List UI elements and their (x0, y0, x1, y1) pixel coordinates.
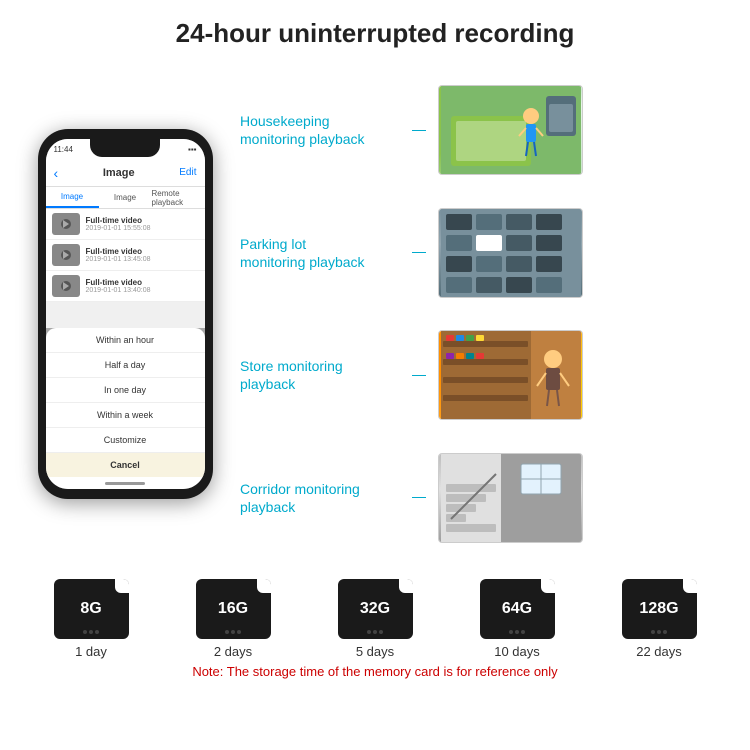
parking-label: Parking lotmonitoring playback (240, 235, 400, 271)
video-thumb-3 (52, 275, 80, 297)
video-list: Full-time video 2019-01-01 15:55:08 Full… (46, 209, 205, 302)
parking-photo-inner (439, 209, 582, 297)
store-arrow (582, 369, 583, 381)
monitoring-item-housekeeping: Housekeepingmonitoring playback (240, 85, 730, 175)
sd-label-8g: 8G (80, 600, 101, 618)
card-days-128g: 22 days (636, 644, 682, 659)
connector-line-1 (412, 130, 426, 131)
phone-status-icons: ▪▪▪ (188, 145, 197, 154)
sd-dots-128g (651, 630, 667, 634)
sd-card-128g: 128G (622, 579, 697, 639)
dropdown-cancel-button[interactable]: Cancel (46, 453, 205, 477)
phone-time: 11:44 (54, 145, 73, 154)
dropdown-overlay: Within an hour Half a day In one day Wit… (46, 328, 205, 489)
corridor-label: Corridor monitoringplayback (240, 480, 400, 516)
dropdown-item-1[interactable]: Within an hour (46, 328, 205, 353)
video-item-3[interactable]: Full-time video 2019-01-01 13:40:08 (46, 271, 205, 302)
dropdown-item-3[interactable]: In one day (46, 378, 205, 403)
dropdown-item-5[interactable]: Customize (46, 428, 205, 453)
monitoring-item-parking: Parking lotmonitoring playback (240, 208, 730, 298)
video-name-2: Full-time video (86, 247, 151, 256)
sd-notch-32g (399, 579, 413, 593)
sd-notch-64g (541, 579, 555, 593)
phone-tabs: Image Image Remote playback (46, 187, 205, 209)
corridor-photo-inner (439, 454, 582, 542)
video-item-1[interactable]: Full-time video 2019-01-01 15:55:08 (46, 209, 205, 240)
memory-card-8g: 8G 1 day (54, 579, 129, 659)
phone-outer: 11:44 ▪▪▪ ‹ Image Edit Image Image Remot… (38, 129, 213, 499)
video-item-2[interactable]: Full-time video 2019-01-01 13:45:08 (46, 240, 205, 271)
video-date-2: 2019-01-01 13:45:08 (86, 256, 151, 263)
sd-dots-16g (225, 630, 241, 634)
card-days-64g: 10 days (494, 644, 540, 659)
video-thumb-1 (52, 213, 80, 235)
edit-button[interactable]: Edit (179, 167, 196, 178)
page-header: 24-hour uninterrupted recording (0, 0, 750, 59)
dropdown-item-4[interactable]: Within a week (46, 403, 205, 428)
sd-label-64g: 64G (502, 600, 532, 618)
phone-mockup: 11:44 ▪▪▪ ‹ Image Edit Image Image Remot… (20, 59, 230, 569)
parking-photo (438, 208, 583, 298)
memory-card-64g: 64G 10 days (480, 579, 555, 659)
back-arrow-icon[interactable]: ‹ (54, 165, 59, 181)
housekeeping-photo (438, 85, 583, 175)
sd-notch-128g (683, 579, 697, 593)
phone-nav-title: Image (103, 167, 135, 179)
monitoring-item-store: Store monitoringplayback (240, 330, 730, 420)
memory-card-32g: 32G 5 days (338, 579, 413, 659)
dropdown-menu: Within an hour Half a day In one day Wit… (46, 328, 205, 477)
sd-dots-32g (367, 630, 383, 634)
housekeeping-arrow (582, 124, 583, 136)
corridor-photo (438, 453, 583, 543)
sd-notch-16g (257, 579, 271, 593)
store-photo (438, 330, 583, 420)
housekeeping-photo-inner (439, 86, 582, 174)
monitoring-item-corridor: Corridor monitoringplayback (240, 453, 730, 543)
tab-image[interactable]: Image (46, 187, 99, 208)
sd-dots-8g (83, 630, 99, 634)
page-title: 24-hour uninterrupted recording (0, 18, 750, 49)
tab-remote-playback[interactable]: Remote playback (152, 187, 205, 208)
card-days-8g: 1 day (75, 644, 107, 659)
connector-line-2 (412, 252, 426, 253)
sd-label-128g: 128G (639, 600, 678, 618)
video-date-3: 2019-01-01 13:40:08 (86, 287, 151, 294)
card-days-32g: 5 days (356, 644, 394, 659)
connector-line-4 (412, 497, 426, 498)
phone-home-bar (46, 477, 205, 489)
phone-nav-bar: ‹ Image Edit (46, 159, 205, 187)
sd-label-16g: 16G (218, 600, 248, 618)
store-label: Store monitoringplayback (240, 357, 400, 393)
connector-line-3 (412, 375, 426, 376)
bottom-section: 8G 1 day 16G 2 days 32G (0, 569, 750, 684)
tab-image2[interactable]: Image (99, 187, 152, 208)
phone-screen: 11:44 ▪▪▪ ‹ Image Edit Image Image Remot… (46, 139, 205, 489)
note-text: Note: The storage time of the memory car… (20, 664, 730, 679)
home-bar-line (105, 482, 145, 485)
sd-label-32g: 32G (360, 600, 390, 618)
video-thumb-2 (52, 244, 80, 266)
right-section: Housekeepingmonitoring playback (240, 59, 730, 569)
sd-card-8g: 8G (54, 579, 129, 639)
video-name-1: Full-time video (86, 216, 151, 225)
card-days-16g: 2 days (214, 644, 252, 659)
main-content: 11:44 ▪▪▪ ‹ Image Edit Image Image Remot… (0, 59, 750, 569)
store-photo-inner (439, 331, 582, 419)
phone-notch (90, 139, 160, 157)
parking-arrow (582, 247, 583, 259)
housekeeping-label: Housekeepingmonitoring playback (240, 112, 400, 148)
sd-notch-8g (115, 579, 129, 593)
sd-dots-64g (509, 630, 525, 634)
sd-card-32g: 32G (338, 579, 413, 639)
dropdown-item-2[interactable]: Half a day (46, 353, 205, 378)
memory-card-16g: 16G 2 days (196, 579, 271, 659)
video-name-3: Full-time video (86, 278, 151, 287)
video-date-1: 2019-01-01 15:55:08 (86, 225, 151, 232)
sd-card-64g: 64G (480, 579, 555, 639)
memory-cards-row: 8G 1 day 16G 2 days 32G (20, 579, 730, 659)
sd-card-16g: 16G (196, 579, 271, 639)
memory-card-128g: 128G 22 days (622, 579, 697, 659)
corridor-arrow (582, 492, 583, 504)
